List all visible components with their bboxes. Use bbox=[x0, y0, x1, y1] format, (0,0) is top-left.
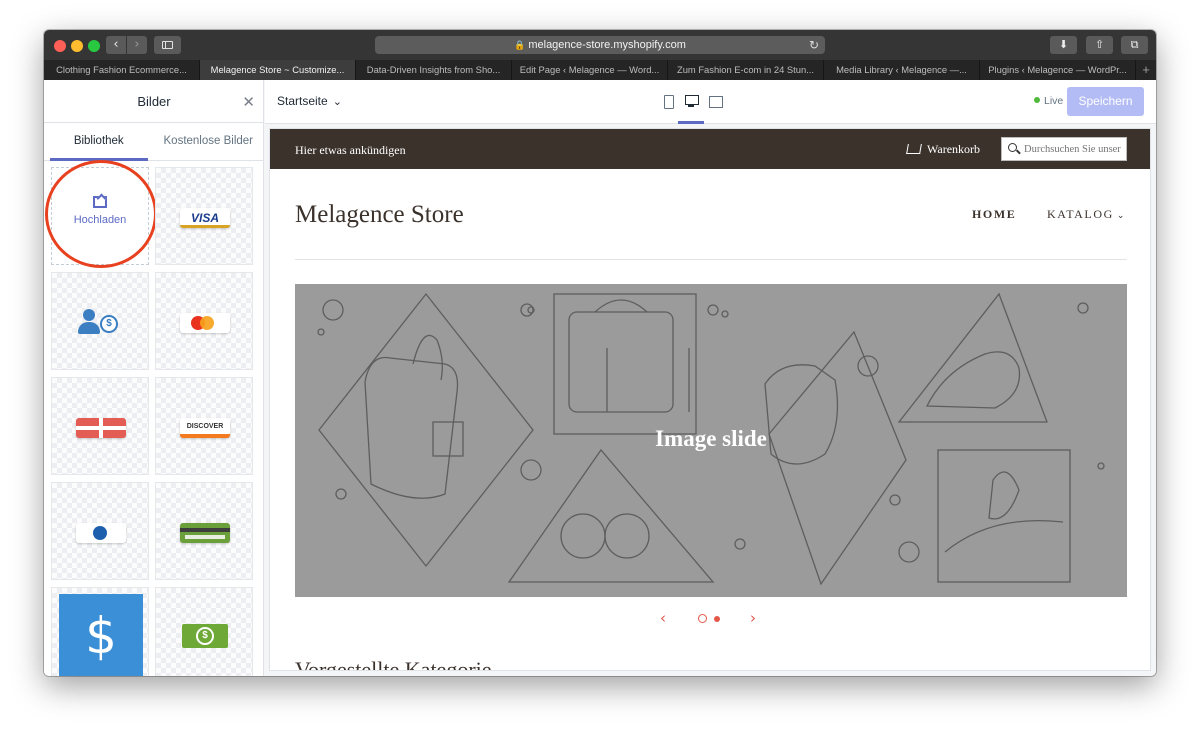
address-bar[interactable]: 🔒 melagence-store.myshopify.com ↻ bbox=[375, 36, 825, 54]
search-input[interactable] bbox=[1024, 141, 1126, 157]
minimize-window-button[interactable] bbox=[71, 40, 83, 52]
visa-card-icon: VISA bbox=[180, 208, 230, 228]
cart-link[interactable]: Warenkorb bbox=[906, 142, 981, 157]
sidebar-icon bbox=[162, 41, 173, 49]
sneaker-sketch bbox=[925, 351, 1021, 409]
announcement-text: Hier etwas ankündigen bbox=[295, 143, 406, 157]
cart-label: Warenkorb bbox=[927, 142, 981, 156]
store-logo-title[interactable]: Melagence Store bbox=[295, 201, 464, 229]
store-preview: Hier etwas ankündigen Warenkorb Melagenc… bbox=[269, 128, 1151, 671]
browser-tab[interactable]: Edit Page ‹ Melagence — Word... bbox=[512, 60, 668, 80]
chevron-down-icon: ⌄ bbox=[1116, 211, 1125, 221]
nav-home[interactable]: HOME bbox=[972, 207, 1016, 222]
browser-titlebar: ‹ › 🔒 melagence-store.myshopify.com ↻ ⬇ ⇧… bbox=[44, 30, 1156, 60]
boot-diamond bbox=[768, 330, 907, 586]
hat-sketch bbox=[944, 519, 1064, 553]
upload-tile[interactable]: Hochladen bbox=[45, 160, 157, 268]
back-button[interactable]: ‹ bbox=[106, 36, 126, 54]
image-thumbnail-gift-card[interactable] bbox=[51, 377, 149, 475]
sneaker-triangle bbox=[897, 292, 1048, 423]
new-tab-button[interactable]: + bbox=[1136, 60, 1156, 80]
browser-tab-strip: Clothing Fashion Ecommerce... Melagence … bbox=[44, 60, 1156, 80]
active-view-indicator bbox=[678, 121, 704, 124]
share-button[interactable]: ⇧ bbox=[1086, 36, 1113, 54]
forward-button[interactable]: › bbox=[127, 36, 147, 54]
browser-tab[interactable]: Media Library ‹ Melagence —... bbox=[824, 60, 980, 80]
close-icon[interactable]: ✕ bbox=[242, 93, 255, 111]
page-selector-label: Startseite bbox=[277, 94, 328, 108]
glasses-lens-right bbox=[604, 513, 650, 559]
image-slide[interactable]: Image slide bbox=[295, 284, 1127, 597]
browser-tab[interactable]: Data-Driven Insights from Sho... bbox=[356, 60, 512, 80]
live-status: Live bbox=[1034, 95, 1063, 107]
lock-icon: 🔒 bbox=[514, 40, 526, 50]
slide-dot-1[interactable] bbox=[698, 614, 707, 623]
image-thumbnail-mastercard[interactable] bbox=[155, 272, 253, 370]
feather-sketch bbox=[988, 471, 1020, 520]
dollar-sign-icon: $ bbox=[59, 594, 143, 676]
image-thumbnail-dollar-bill[interactable]: $ bbox=[155, 587, 253, 676]
image-thumbnail-visa[interactable]: VISA bbox=[155, 167, 253, 265]
tab-bibliothek[interactable]: Bibliothek bbox=[44, 123, 154, 161]
nav-katalog[interactable]: KATALOG ⌄ bbox=[1047, 207, 1124, 222]
nav-katalog-label: KATALOG bbox=[1047, 207, 1114, 221]
image-thumbnail-customer-payment[interactable]: $ bbox=[51, 272, 149, 370]
downloads-button[interactable]: ⬇ bbox=[1050, 36, 1077, 54]
sidebar-toggle-button[interactable] bbox=[154, 36, 181, 54]
slide-next-chevron-icon[interactable]: › bbox=[750, 609, 756, 627]
dollar-coin-icon: $ bbox=[100, 315, 118, 333]
editor-topbar: Startseite ⌄ Live Speichern bbox=[265, 80, 1156, 124]
live-dot-icon bbox=[1034, 97, 1040, 103]
mastercard-icon bbox=[180, 313, 230, 333]
desktop-view-icon[interactable] bbox=[684, 94, 699, 108]
save-button[interactable]: Speichern bbox=[1067, 87, 1144, 116]
featured-category-heading: Vorgestellte Kategorie bbox=[295, 657, 492, 671]
credit-card-icon bbox=[180, 523, 230, 543]
close-window-button[interactable] bbox=[54, 40, 66, 52]
gift-card-icon bbox=[76, 418, 126, 438]
browser-tab[interactable]: Plugins ‹ Melagence — WordPr... bbox=[980, 60, 1136, 80]
address-bar-url: melagence-store.myshopify.com bbox=[528, 39, 686, 51]
cart-icon bbox=[906, 144, 922, 154]
header-divider bbox=[295, 259, 1127, 260]
page-selector[interactable]: Startseite ⌄ bbox=[277, 94, 342, 108]
tab-overview-button[interactable]: ⧉ bbox=[1121, 36, 1148, 54]
store-search[interactable] bbox=[1001, 137, 1127, 161]
search-icon bbox=[1008, 143, 1017, 152]
satchel-sketch bbox=[568, 311, 674, 413]
slide-prev-chevron-icon[interactable]: ‹ bbox=[660, 609, 666, 627]
slide-heading: Image slide bbox=[655, 426, 767, 451]
tab-kostenlose-bilder[interactable]: Kostenlose Bilder bbox=[154, 123, 264, 160]
announcement-bar: Hier etwas ankündigen Warenkorb bbox=[270, 129, 1150, 169]
browser-window: ‹ › 🔒 melagence-store.myshopify.com ↻ ⬇ ⇧… bbox=[44, 30, 1156, 676]
image-thumbnail-green-card[interactable] bbox=[155, 482, 253, 580]
image-thumbnail-dollar-sign[interactable]: $ bbox=[51, 587, 149, 676]
fullscreen-view-icon[interactable] bbox=[708, 94, 723, 108]
diners-club-card-icon bbox=[76, 523, 126, 543]
glasses-lens-left bbox=[560, 513, 606, 559]
image-thumbnail-discover[interactable]: DISCOVER bbox=[155, 377, 253, 475]
dollar-bill-icon: $ bbox=[182, 624, 228, 648]
panel-title: Bilder bbox=[137, 94, 171, 109]
glasses-triangle bbox=[507, 448, 715, 583]
browser-tab-active[interactable]: Melagence Store ~ Customize... bbox=[200, 60, 356, 80]
panel-tabs: Bibliothek Kostenlose Bilder bbox=[44, 123, 263, 161]
highlight-circle bbox=[45, 160, 157, 268]
person-icon bbox=[78, 309, 100, 335]
image-thumbnail-diners-club[interactable] bbox=[51, 482, 149, 580]
browser-tab[interactable]: Zum Fashion E-com in 24 Stun... bbox=[668, 60, 824, 80]
slide-dot-2[interactable] bbox=[714, 616, 720, 622]
images-panel: Bilder ✕ Bibliothek Kostenlose Bilder Ho… bbox=[44, 80, 264, 676]
browser-tab[interactable]: Clothing Fashion Ecommerce... bbox=[44, 60, 200, 80]
reload-icon[interactable]: ↻ bbox=[809, 36, 819, 54]
discover-card-icon: DISCOVER bbox=[180, 418, 230, 438]
mobile-view-icon[interactable] bbox=[661, 94, 675, 109]
chevron-down-icon: ⌄ bbox=[332, 95, 342, 108]
zoom-window-button[interactable] bbox=[88, 40, 100, 52]
panel-header: Bilder ✕ bbox=[44, 80, 263, 123]
live-status-label: Live bbox=[1044, 95, 1064, 107]
